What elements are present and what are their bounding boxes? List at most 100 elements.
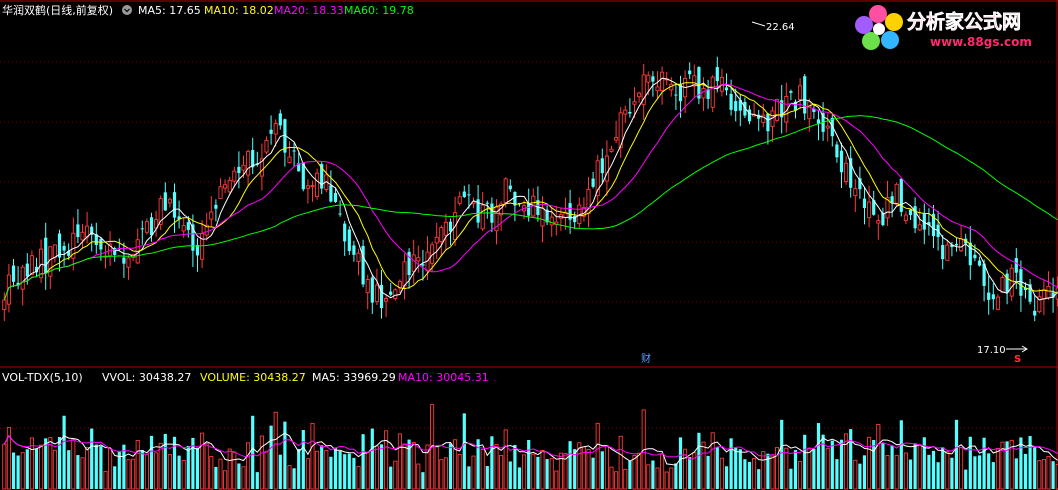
- volume-bar: [76, 455, 80, 489]
- volume-bar: [540, 449, 545, 490]
- volume-bar: [987, 453, 991, 489]
- volume-bar: [16, 455, 20, 489]
- volume-bar: [2, 443, 7, 490]
- volume-bar: [651, 460, 655, 489]
- volume-bar: [204, 443, 209, 490]
- candle-body: [264, 139, 269, 153]
- volume-bar: [80, 457, 85, 490]
- candle-body: [968, 242, 972, 266]
- volume-bar: [835, 459, 839, 489]
- candle-body: [246, 150, 251, 176]
- volume-bar: [163, 433, 167, 489]
- volume-bar: [434, 446, 439, 490]
- volume-bar: [384, 430, 389, 490]
- volume-bar: [273, 411, 278, 490]
- candle-body: [462, 191, 466, 198]
- volume-bar: [697, 432, 701, 489]
- volume-bar: [618, 435, 623, 490]
- volume-bar: [743, 459, 747, 489]
- candle-body: [729, 93, 733, 110]
- stock-chart[interactable]: 华润双鹤(日线,前复权) MA5: 17.65 MA10: 18.02 MA20…: [0, 0, 1058, 490]
- candle-body: [310, 185, 315, 188]
- volume-bar: [374, 445, 379, 490]
- volume-bar: [719, 457, 724, 490]
- candle-body: [315, 172, 320, 198]
- logo-url: www.88gs.com: [930, 35, 1032, 49]
- volume-bar: [402, 443, 407, 490]
- volume-bar: [913, 443, 917, 489]
- volume-bar: [379, 444, 384, 489]
- volume-bar: [637, 452, 642, 490]
- volume-bar: [297, 448, 301, 489]
- candle-body: [214, 204, 218, 209]
- candle-body: [11, 265, 16, 282]
- stock-title: 华润双鹤(日线,前复权): [2, 3, 113, 17]
- volume-bar: [881, 443, 885, 489]
- candle-body: [803, 76, 807, 114]
- candle-body: [443, 221, 448, 236]
- candle-body: [343, 223, 347, 242]
- volume-bar: [264, 451, 269, 490]
- candle-body: [632, 101, 637, 105]
- candle-body: [678, 84, 683, 102]
- volume-bar: [688, 457, 692, 489]
- candle-body: [237, 166, 241, 174]
- candle-body: [62, 245, 66, 251]
- volume-bar: [885, 455, 890, 490]
- volume-bar: [968, 436, 972, 489]
- candle-body: [44, 237, 48, 274]
- grid-layer: [0, 0, 1058, 490]
- volume-bar: [439, 459, 444, 490]
- candle-body: [167, 198, 172, 204]
- candle-body: [467, 194, 471, 196]
- volume-bar: [982, 437, 986, 489]
- candle-body: [232, 170, 237, 182]
- settings-dropdown-icon[interactable]: [122, 5, 132, 15]
- volume-bar: [899, 420, 903, 489]
- volume-bar: [44, 438, 48, 489]
- volume-bar: [251, 415, 255, 489]
- candle-body: [393, 289, 398, 299]
- volume-bar: [609, 466, 614, 490]
- volume-bar: [292, 468, 296, 489]
- volume-bar: [490, 436, 494, 489]
- candle-body: [457, 196, 462, 204]
- volume-bar: [784, 447, 789, 490]
- volume-bar: [554, 470, 559, 490]
- candle-body: [623, 109, 628, 115]
- volume-bar: [674, 463, 678, 489]
- volume-legend: VOLUME: 30438.27: [200, 371, 306, 384]
- candle-body: [835, 144, 839, 158]
- volume-bar: [181, 460, 186, 490]
- candle-body: [853, 188, 858, 197]
- volume-bar: [237, 463, 241, 489]
- candle-body: [2, 299, 7, 311]
- volume-bar: [278, 454, 282, 489]
- candle-body: [503, 178, 508, 204]
- candle-body: [867, 201, 872, 219]
- volume-bar: [421, 472, 425, 489]
- volume-bar: [701, 441, 706, 490]
- volume-bar: [977, 455, 982, 489]
- candle-body: [209, 211, 214, 220]
- volume-bar: [301, 430, 305, 489]
- volume-bar: [995, 447, 1000, 490]
- volume-bar: [352, 457, 356, 489]
- volume-bar: [1028, 436, 1032, 489]
- volume-bar: [1046, 456, 1051, 490]
- candle-body: [881, 213, 885, 226]
- volume-bar: [825, 448, 830, 490]
- volume-bar: [232, 451, 237, 490]
- volume-bar: [660, 453, 665, 490]
- volume-bar: [333, 447, 338, 489]
- volume-bar: [798, 461, 803, 490]
- candle-body: [448, 221, 453, 232]
- candle-body: [439, 227, 444, 242]
- volume-bar: [177, 455, 181, 489]
- volume-bar: [513, 444, 517, 489]
- volume-bar: [108, 447, 113, 490]
- volume-bar: [135, 439, 140, 490]
- sell-signal-marker: S: [1014, 354, 1021, 365]
- candle-body: [20, 266, 25, 290]
- volume-bar: [595, 422, 600, 490]
